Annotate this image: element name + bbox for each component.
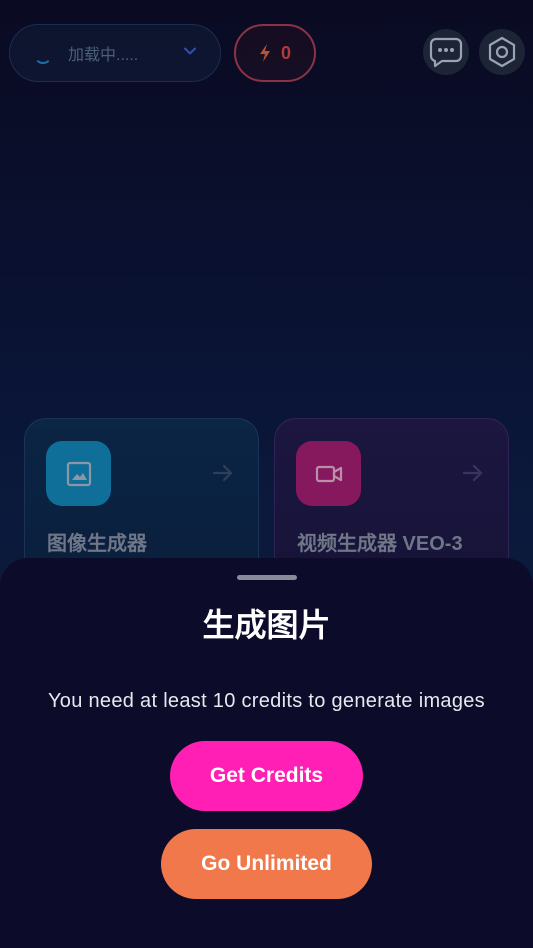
credits-count: 0 — [280, 42, 291, 63]
image-tile — [46, 441, 111, 506]
sheet-message: You need at least 10 credits to generate… — [48, 690, 485, 712]
go-unlimited-button[interactable]: Go Unlimited — [161, 829, 372, 899]
chat-button[interactable] — [423, 29, 469, 75]
chat-icon — [429, 37, 463, 68]
image-generator-title: 图像生成器 — [47, 533, 147, 555]
image-icon — [66, 461, 91, 486]
arrow-right-icon — [212, 464, 233, 482]
arrow-right-icon — [462, 464, 483, 482]
sheet-title: 生成图片 — [202, 607, 331, 643]
video-generator-title: 视频生成器 VEO-3 — [297, 533, 463, 555]
video-camera-icon — [315, 465, 342, 482]
model-selector[interactable]: 加载中..... — [9, 24, 221, 82]
loading-spinner-icon — [34, 46, 52, 64]
chevron-down-icon — [184, 47, 196, 55]
drag-handle[interactable] — [237, 575, 297, 580]
get-credits-button[interactable]: Get Credits — [170, 741, 363, 811]
insufficient-credits-sheet: 生成图片 You need at least 10 credits to gen… — [0, 558, 533, 948]
model-label: 加载中..... — [68, 47, 139, 64]
lightning-icon — [259, 44, 270, 62]
hexagon-settings-icon — [488, 36, 516, 68]
credits-badge[interactable]: 0 — [234, 24, 316, 82]
video-tile — [296, 441, 361, 506]
settings-button[interactable] — [479, 29, 525, 75]
